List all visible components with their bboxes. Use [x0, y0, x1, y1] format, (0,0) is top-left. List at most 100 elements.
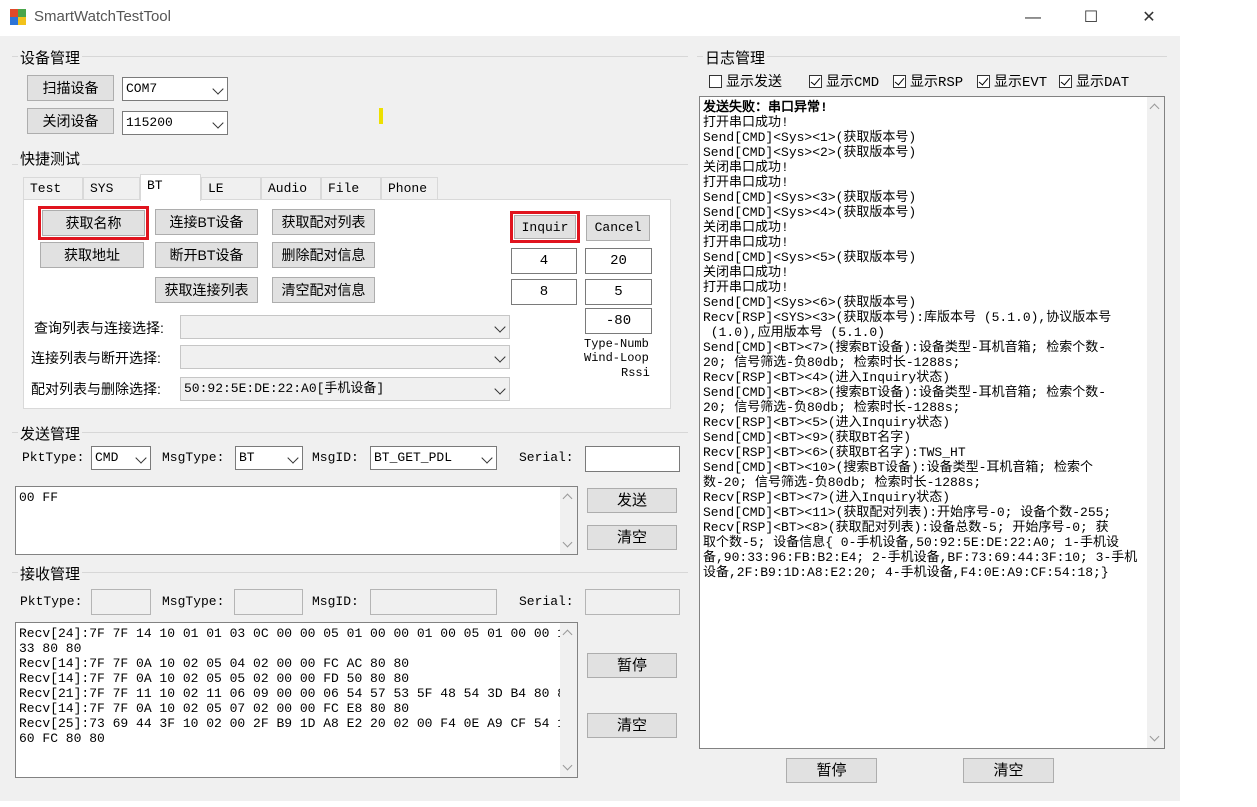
- log-line: Recv[RSP]<BT><5>(进入Inquiry状态): [703, 415, 951, 430]
- get-address-button[interactable]: 获取地址: [40, 242, 144, 268]
- tab-audio[interactable]: Audio: [261, 177, 321, 199]
- send-msgid-value: BT_GET_PDL: [374, 450, 453, 465]
- show-rsp-checkbox[interactable]: 显示RSP: [893, 72, 963, 91]
- log-scrollbar[interactable]: [1147, 97, 1164, 748]
- pair-delete-select[interactable]: 50:92:5E:DE:22:A0[手机设备]: [180, 377, 510, 401]
- send-pkttype-select[interactable]: CMD: [91, 446, 151, 470]
- chevron-down-icon: [212, 117, 224, 129]
- status-indicator: [379, 108, 383, 124]
- log-line: 发送失败：串口异常!: [703, 100, 828, 115]
- send-serial-field[interactable]: [585, 446, 680, 472]
- checkmark-icon: [1059, 75, 1072, 88]
- tab-le[interactable]: LE: [201, 177, 261, 199]
- query-select-label: 查询列表与连接选择:: [34, 320, 164, 336]
- inquiry-window-field[interactable]: 8: [511, 279, 577, 305]
- type-numb-label: Type-Numb: [584, 337, 649, 351]
- tab-phone[interactable]: Phone: [381, 177, 438, 199]
- send-group-title: 发送管理: [18, 423, 83, 444]
- minimize-icon[interactable]: —: [1018, 6, 1048, 30]
- get-pair-list-button[interactable]: 获取配对列表: [272, 209, 375, 235]
- quick-group-border: [12, 164, 688, 165]
- connect-bt-button[interactable]: 连接BT设备: [155, 209, 258, 235]
- log-line: Recv[RSP]<BT><4>(进入Inquiry状态): [703, 370, 951, 385]
- log-line: Send[CMD]<Sys><6>(获取版本号): [703, 295, 917, 310]
- recv-output[interactable]: Recv[24]:7F 7F 14 10 01 01 03 0C 00 00 0…: [15, 622, 578, 778]
- recv-pkttype-field: [91, 589, 151, 615]
- show-cmd-checkbox[interactable]: 显示CMD: [809, 72, 879, 91]
- checkbox-label: 显示发送: [726, 73, 782, 89]
- inquiry-number-field[interactable]: 20: [585, 248, 652, 274]
- recv-msgtype-field: [234, 589, 303, 615]
- scroll-down-icon[interactable]: [1149, 731, 1160, 742]
- scroll-up-icon[interactable]: [562, 629, 573, 640]
- send-msgtype-select[interactable]: BT: [235, 446, 303, 470]
- log-line: 打开串口成功!: [703, 280, 789, 295]
- port-select[interactable]: COM7: [122, 77, 228, 101]
- query-connect-select[interactable]: [180, 315, 510, 339]
- tab-sys[interactable]: SYS: [83, 177, 140, 199]
- checkmark-icon: [977, 75, 990, 88]
- log-line: Send[CMD]<Sys><4>(获取版本号): [703, 205, 917, 220]
- title-bar: SmartWatchTestTool — ☐ ✕: [0, 0, 1180, 36]
- delete-pair-button[interactable]: 删除配对信息: [272, 242, 375, 268]
- show-dat-checkbox[interactable]: 显示DAT: [1059, 72, 1129, 91]
- recv-serial-field: [585, 589, 680, 615]
- rssi-field[interactable]: -80: [585, 308, 652, 334]
- send-clear-button[interactable]: 清空: [587, 525, 677, 550]
- scroll-down-icon[interactable]: [562, 537, 573, 548]
- send-msgid-select[interactable]: BT_GET_PDL: [370, 446, 497, 470]
- scroll-up-icon[interactable]: [562, 493, 573, 504]
- log-line: Send[CMD]<BT><7>(搜索BT设备):设备类型-耳机音箱; 检索个数…: [703, 340, 1107, 355]
- log-line: 数-20; 信号筛选-负80db; 检索时长-1288s;: [703, 475, 982, 490]
- get-connection-list-button[interactable]: 获取连接列表: [155, 277, 258, 303]
- recv-msgid-label: MsgID:: [312, 594, 359, 609]
- log-line: Recv[RSP]<BT><7>(进入Inquiry状态): [703, 490, 951, 505]
- recv-group-border: [12, 572, 688, 573]
- recv-pause-button[interactable]: 暂停: [587, 653, 677, 678]
- tab-bt[interactable]: BT: [140, 174, 201, 201]
- tab-file[interactable]: File: [321, 177, 381, 199]
- disconnect-select-label: 连接列表与断开选择:: [31, 350, 161, 366]
- log-line: 关闭串口成功!: [703, 265, 789, 280]
- chevron-down-icon: [287, 452, 299, 464]
- quick-group-title: 快捷测试: [18, 148, 83, 169]
- inquiry-loop-field[interactable]: 5: [585, 279, 652, 305]
- cancel-button[interactable]: Cancel: [586, 215, 650, 241]
- log-line: Send[CMD]<Sys><3>(获取版本号): [703, 190, 917, 205]
- inquiry-type-field[interactable]: 4: [511, 248, 577, 274]
- recv-lines: Recv[24]:7F 7F 14 10 01 01 03 0C 00 00 0…: [16, 623, 577, 749]
- send-payload-input[interactable]: 00 FF: [15, 486, 578, 555]
- close-device-button[interactable]: 关闭设备: [27, 108, 114, 134]
- send-button[interactable]: 发送: [587, 488, 677, 513]
- log-line: 20; 信号筛选-负80db; 检索时长-1288s;: [703, 400, 961, 415]
- clear-pair-button[interactable]: 清空配对信息: [272, 277, 375, 303]
- log-line: Send[CMD]<BT><9>(获取BT名字): [703, 430, 912, 445]
- log-pause-button[interactable]: 暂停: [786, 758, 877, 783]
- get-name-button[interactable]: 获取名称: [38, 206, 149, 240]
- log-output[interactable]: 发送失败：串口异常! 打开串口成功! Send[CMD]<Sys><1>(获取版…: [699, 96, 1165, 749]
- send-msgtype-value: BT: [239, 450, 255, 465]
- scan-device-button[interactable]: 扫描设备: [27, 75, 114, 101]
- baud-select[interactable]: 115200: [122, 111, 228, 135]
- log-line: 关闭串口成功!: [703, 220, 789, 235]
- close-icon[interactable]: ✕: [1134, 6, 1164, 30]
- disconnect-bt-button[interactable]: 断开BT设备: [155, 242, 258, 268]
- recv-clear-button[interactable]: 清空: [587, 713, 677, 738]
- send-scrollbar[interactable]: [560, 487, 577, 554]
- inquiry-button[interactable]: Inquir: [510, 211, 580, 243]
- recv-scrollbar[interactable]: [560, 623, 577, 777]
- send-serial-label: Serial:: [519, 450, 574, 465]
- log-line: 取个数-5; 设备信息{ 0-手机设备,50:92:5E:DE:22:A0; 1…: [703, 535, 1120, 550]
- connect-disconnect-select[interactable]: [180, 345, 510, 369]
- log-line: Send[CMD]<Sys><1>(获取版本号): [703, 130, 917, 145]
- log-clear-button[interactable]: 清空: [963, 758, 1054, 783]
- baud-value: 115200: [126, 115, 173, 130]
- log-line: 打开串口成功!: [703, 175, 789, 190]
- scroll-down-icon[interactable]: [562, 760, 573, 771]
- tab-test[interactable]: Test: [23, 177, 83, 199]
- scroll-up-icon[interactable]: [1149, 103, 1160, 114]
- rssi-label: Rssi: [621, 366, 650, 380]
- show-evt-checkbox[interactable]: 显示EVT: [977, 72, 1047, 91]
- maximize-icon[interactable]: ☐: [1076, 6, 1106, 30]
- show-send-checkbox[interactable]: 显示发送: [709, 72, 782, 90]
